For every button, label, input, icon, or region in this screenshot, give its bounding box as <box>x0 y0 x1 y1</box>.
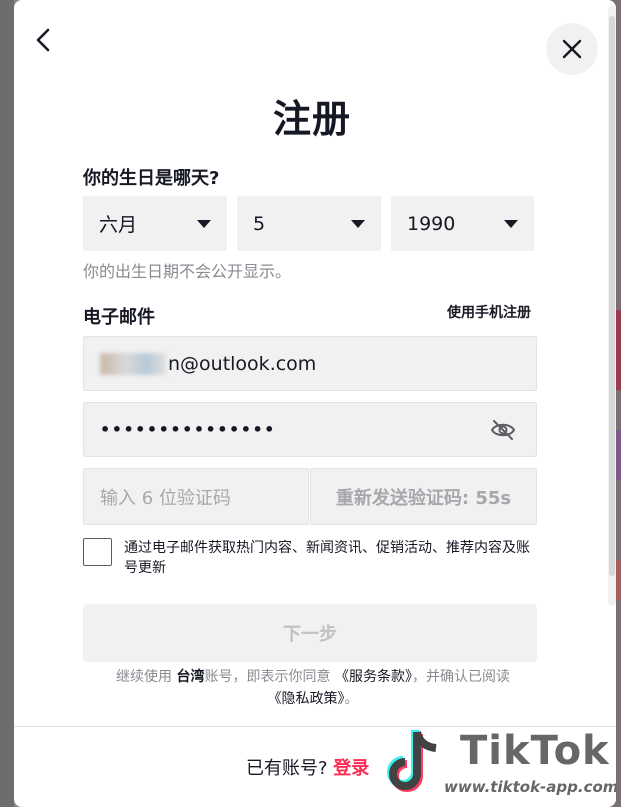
terms-region: 台湾 <box>176 669 205 685</box>
login-link[interactable]: 登录 <box>333 758 369 779</box>
birthday-label: 你的生日是哪天? <box>83 168 220 189</box>
phone-signup-link[interactable]: 使用手机注册 <box>447 302 531 322</box>
tiktok-logo-icon <box>387 730 437 792</box>
email-redacted <box>100 352 166 375</box>
back-button[interactable] <box>30 22 58 58</box>
password-value: ••••••••••••••• <box>100 420 276 439</box>
marketing-checkbox[interactable] <box>83 538 112 566</box>
eye-slash-icon[interactable] <box>490 418 516 442</box>
terms-middle: 账号，即表示你同意 <box>204 669 335 685</box>
next-button[interactable]: 下一步 <box>83 604 537 662</box>
day-select[interactable]: 5 <box>237 196 381 251</box>
terms-suffix: 。 <box>344 691 359 707</box>
terms-middle2: ，并确认已阅读 <box>411 669 510 685</box>
page-backdrop-left <box>0 0 14 807</box>
caret-down-icon <box>351 219 365 228</box>
email-value: n@outlook.com <box>168 352 317 375</box>
password-field[interactable]: ••••••••••••••• <box>83 402 537 457</box>
verification-code-input[interactable]: 输入 6 位验证码 <box>83 468 309 525</box>
email-label: 电子邮件 <box>83 307 155 328</box>
year-select[interactable]: 1990 <box>391 196 534 251</box>
terms-of-service-link[interactable]: 《服务条款》 <box>335 669 412 685</box>
close-icon <box>562 39 582 59</box>
tiktok-watermark: TikTok www.tiktok-app.com <box>384 722 616 802</box>
page-title: 注册 <box>272 97 351 141</box>
day-value: 5 <box>253 212 266 235</box>
login-prompt: 已有账号? 登录 <box>246 754 369 780</box>
privacy-policy-link[interactable]: 《隐私政策》 <box>268 691 345 707</box>
month-value: 六月 <box>99 214 138 236</box>
month-select[interactable]: 六月 <box>83 196 227 251</box>
watermark-brand: TikTok <box>460 728 610 774</box>
resend-code-button[interactable]: 重新发送验证码: 55s <box>310 468 537 525</box>
caret-down-icon <box>504 219 518 228</box>
terms-prefix: 继续使用 <box>116 669 177 685</box>
year-value: 1990 <box>407 212 456 235</box>
chevron-left-icon <box>36 28 50 52</box>
email-field[interactable]: n@outlook.com <box>83 336 537 391</box>
close-button[interactable] <box>546 23 598 75</box>
code-placeholder: 输入 6 位验证码 <box>100 487 231 509</box>
signup-modal: 注册 你的生日是哪天? 六月 5 1990 你的出生日期不会公开显示。 电子邮件… <box>14 0 616 807</box>
caret-down-icon <box>197 219 211 228</box>
marketing-checkbox-label: 通过电子邮件获取热门内容、新闻资讯、促销活动、推荐内容及账号更新 <box>124 540 530 576</box>
birthday-hint: 你的出生日期不会公开显示。 <box>83 262 292 281</box>
terms-text: 继续使用 台湾账号，即表示你同意 《服务条款》，并确认已阅读 《隐私政策》。 <box>104 666 522 710</box>
watermark-url: www.tiktok-app.com <box>444 778 616 796</box>
login-question: 已有账号? <box>246 758 328 779</box>
